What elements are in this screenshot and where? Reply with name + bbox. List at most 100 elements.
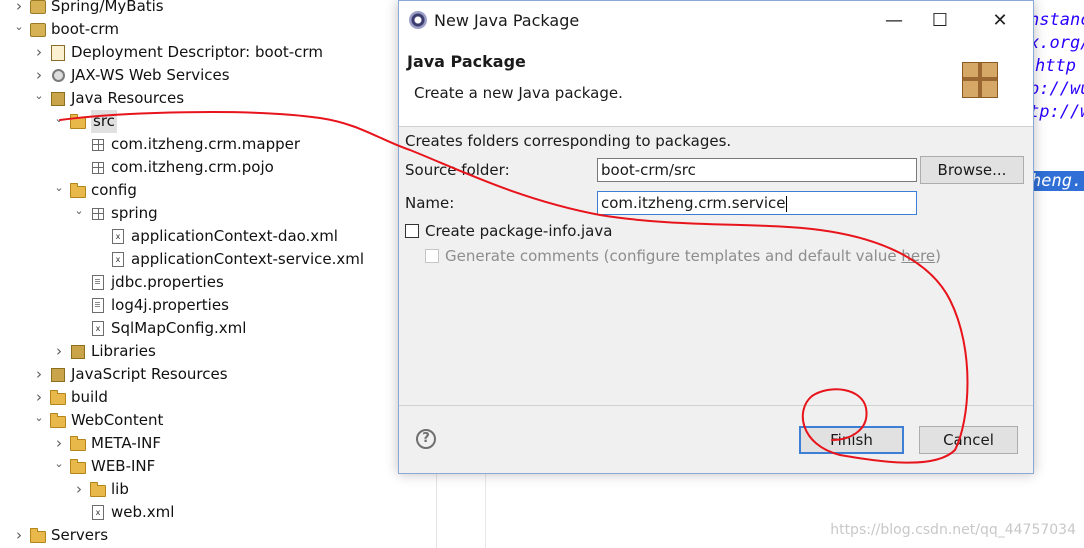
tree-item-label: com.itzheng.crm.pojo [111,158,274,176]
tree-item[interactable]: log4j.properties [72,294,229,317]
eclipse-icon [409,11,427,29]
code-fragment: tp://w [1029,102,1084,122]
chevron-right-icon[interactable]: › [32,43,46,61]
chevron-down-icon[interactable]: ⌄ [72,204,86,218]
chevron-right-icon[interactable]: › [32,66,46,84]
tree-item-label: applicationContext-dao.xml [131,227,338,245]
help-icon[interactable]: ? [416,429,436,449]
xml-file-icon: x [110,229,126,245]
chevron-right-icon[interactable]: › [32,388,46,406]
tree-item-label: WEB-INF [91,457,156,475]
tree-item-label: config [91,181,137,199]
xml-file-icon: x [90,505,106,521]
folder-icon [50,389,66,406]
xml-file-icon: x [110,252,126,268]
tree-item[interactable]: ⌄ WEB-INF [52,455,155,478]
tree-item[interactable]: com.itzheng.crm.pojo [72,156,274,179]
chevron-right-icon[interactable]: › [12,526,26,544]
tree-item-label: web.xml [111,503,175,521]
source-folder-icon [70,113,86,130]
tree-item[interactable]: ⌄ config [52,179,137,202]
chevron-down-icon[interactable]: ⌄ [12,20,26,34]
tree-item[interactable]: x web.xml [72,501,174,524]
tree-item[interactable]: x applicationContext-service.xml [92,248,364,271]
finish-button[interactable]: Finish [799,426,904,454]
tree-item-label: JAX-WS Web Services [71,66,230,84]
browse-button[interactable]: Browse... [920,156,1024,184]
tree-item-label: Deployment Descriptor: boot-crm [71,43,323,61]
maximize-icon[interactable]: ☐ [917,7,963,35]
project-icon [30,0,46,15]
folder-icon [90,481,106,498]
chevron-down-icon[interactable]: ⌄ [32,411,46,425]
tree-item[interactable]: x SqlMapConfig.xml [72,317,246,340]
name-field[interactable]: com.itzheng.crm.service [597,191,917,215]
tree-item-label: src [91,110,117,133]
java-resources-icon [50,91,66,107]
new-java-package-dialog: New Java Package — ☐ ✕ Java Package Crea… [398,0,1034,474]
chevron-right-icon[interactable]: › [72,480,86,498]
source-folder-icon [70,182,86,199]
tree-item[interactable]: jdbc.properties [72,271,224,294]
minimize-icon[interactable]: — [871,7,917,35]
dialog-header: Java Package Create a new Java package. [399,40,1033,127]
generate-comments-label: Generate comments (configure templates a… [445,247,942,265]
chevron-right-icon[interactable]: › [12,0,26,15]
dialog-titlebar[interactable]: New Java Package — ☐ ✕ [399,1,1033,40]
header-title: Java Package [407,52,526,71]
folder-icon [30,527,46,544]
tree-item[interactable]: › Spring/MyBatis [12,0,164,18]
tree-item[interactable]: › JAX-WS Web Services [32,64,230,87]
create-package-info-checkbox[interactable] [405,224,419,238]
code-fragment: x.org/ [1029,33,1084,53]
tree-item-label: log4j.properties [111,296,229,314]
tree-item[interactable]: › META-INF [52,432,161,455]
chevron-down-icon[interactable]: ⌄ [52,112,66,126]
tree-item-label: applicationContext-service.xml [131,250,365,268]
info-text: Creates folders corresponding to package… [405,132,732,150]
tree-item-label: Servers [51,526,109,544]
name-label: Name: [405,194,455,212]
javascript-resources-icon [50,367,66,383]
tree-item[interactable]: › Libraries [52,340,156,363]
code-fragment: nstanc [1029,10,1084,30]
properties-file-icon [90,275,106,291]
create-package-info-label[interactable]: Create package-info.java [425,222,612,240]
tree-item[interactable]: x applicationContext-dao.xml [92,225,338,248]
tree-item[interactable]: ⌄ spring [72,202,157,225]
chevron-down-icon[interactable]: ⌄ [52,457,66,471]
tree-item[interactable]: › JavaScript Resources [32,363,228,386]
code-fragment-highlighted: heng. [1029,171,1084,191]
chevron-right-icon[interactable]: › [52,342,66,360]
chevron-right-icon[interactable]: › [52,434,66,452]
tree-item[interactable]: › Servers [12,524,108,547]
chevron-down-icon[interactable]: ⌄ [52,181,66,195]
package-banner-icon [954,48,1026,108]
source-folder-field[interactable]: boot-crm/src [597,158,917,182]
tree-item[interactable]: ⌄ WebContent [32,409,163,432]
tree-item[interactable]: › lib [72,478,129,501]
chevron-right-icon[interactable]: › [32,365,46,383]
web-services-icon [50,68,66,84]
cancel-button[interactable]: Cancel [919,426,1018,454]
chevron-down-icon[interactable]: ⌄ [32,89,46,103]
code-fragment: p://wu [1029,79,1084,99]
configure-templates-link: here [901,247,936,265]
close-icon[interactable]: ✕ [977,7,1023,35]
tree-item-label: META-INF [91,434,162,452]
tree-item[interactable]: › Deployment Descriptor: boot-crm [32,41,323,64]
package-icon [90,206,106,222]
tree-item[interactable]: ⌄ src [52,110,117,133]
tree-item-label: JavaScript Resources [71,365,228,383]
tree-item[interactable]: com.itzheng.crm.mapper [72,133,300,156]
tree-item-label: Spring/MyBatis [51,0,164,15]
libraries-icon [70,344,86,360]
tree-item[interactable]: ⌄ boot-crm [12,18,119,41]
